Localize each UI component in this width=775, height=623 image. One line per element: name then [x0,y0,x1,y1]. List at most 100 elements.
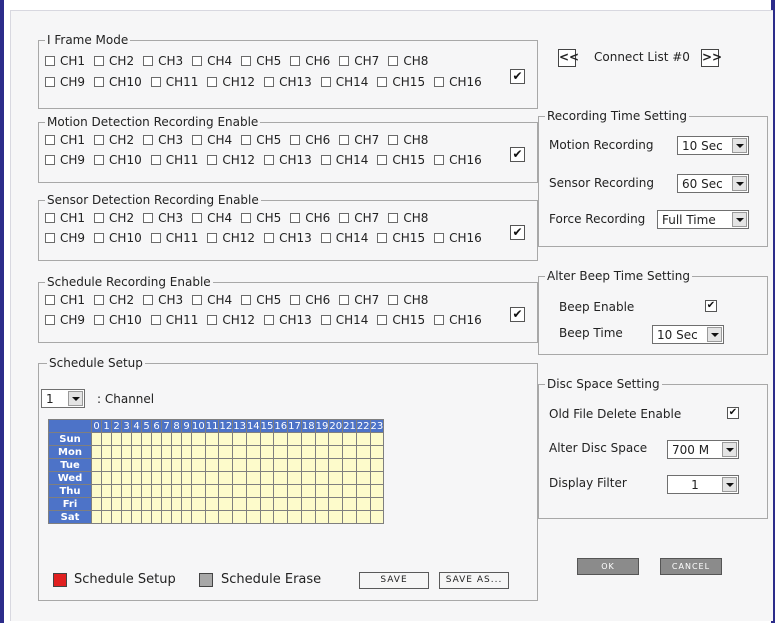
grid-cell[interactable] [273,510,289,524]
grid-cell[interactable] [141,497,152,511]
grid-day-header[interactable]: Sat [48,510,92,524]
grid-cell[interactable] [314,458,330,472]
chevron-down-icon[interactable] [732,138,747,153]
grid-cell[interactable] [314,510,330,524]
grid-cell[interactable] [273,445,289,459]
grid-cell[interactable] [355,510,371,524]
checkbox-box[interactable] [45,233,55,243]
channel-checkbox-ch2[interactable]: CH2 [94,211,134,225]
motion-recording-select[interactable]: 10 Sec [677,136,749,155]
channel-checkbox-ch14[interactable]: CH14 [320,313,368,327]
channel-checkbox-ch4[interactable]: CH4 [192,54,232,68]
channel-checkbox-ch5[interactable]: CH5 [241,211,281,225]
checkbox-box[interactable] [45,155,55,165]
checkbox-box[interactable] [207,233,218,243]
grid-cell[interactable] [181,497,192,511]
grid-cell[interactable] [300,484,316,498]
chevron-down-icon[interactable] [68,391,83,406]
grid-cell[interactable] [111,497,122,511]
checkbox-box[interactable] [94,77,105,87]
grid-cell[interactable] [191,471,206,485]
chevron-down-icon[interactable] [722,477,737,492]
channel-checkbox-ch14[interactable]: CH14 [320,75,368,89]
grid-day-header[interactable]: Sun [48,432,92,446]
grid-cell[interactable] [181,458,192,472]
grid-cell[interactable] [121,497,132,511]
grid-cell[interactable] [121,432,132,446]
sensor-all-checkbox[interactable]: ✔ [510,225,525,240]
grid-hour-header[interactable]: 22 [355,419,371,433]
grid-hour-header[interactable]: 13 [232,419,247,433]
grid-cell[interactable] [111,458,122,472]
grid-cell[interactable] [204,484,220,498]
grid-cell[interactable] [287,432,302,446]
checkbox-box[interactable] [320,77,331,87]
grid-cell[interactable] [101,432,112,446]
checkbox-box[interactable] [207,155,218,165]
grid-cell[interactable] [131,458,142,472]
grid-cell[interactable] [300,458,316,472]
checkbox-box[interactable] [434,155,445,165]
grid-cell[interactable] [218,510,234,524]
grid-cell[interactable] [259,471,275,485]
grid-hour-header[interactable]: 3 [121,419,132,433]
save-button[interactable]: SAVE [359,572,429,589]
grid-cell[interactable] [151,458,162,472]
grid-cell[interactable] [191,458,206,472]
grid-cell[interactable] [355,445,371,459]
checkbox-box[interactable] [192,213,203,223]
grid-cell[interactable] [101,497,112,511]
grid-hour-header[interactable]: 4 [131,419,142,433]
grid-cell[interactable] [342,432,357,446]
grid-cell[interactable] [141,484,152,498]
schedule-erase-mode-label[interactable]: Schedule Erase [221,572,321,587]
grid-cell[interactable] [151,432,162,446]
checkbox-box[interactable] [290,135,301,145]
checkbox-box[interactable] [339,135,350,145]
grid-cell[interactable] [191,510,206,524]
grid-day-header[interactable]: Mon [48,445,92,459]
channel-checkbox-ch8[interactable]: CH8 [388,211,428,225]
grid-cell[interactable] [369,458,385,472]
grid-cell[interactable] [328,510,344,524]
grid-cell[interactable] [328,471,344,485]
grid-cell[interactable] [342,458,357,472]
checkbox-box[interactable] [241,295,252,305]
channel-checkbox-ch5[interactable]: CH5 [241,293,281,307]
channel-checkbox-ch6[interactable]: CH6 [290,211,330,225]
channel-checkbox-ch11[interactable]: CH11 [150,75,198,89]
grid-cell[interactable] [161,484,172,498]
channel-checkbox-ch14[interactable]: CH14 [320,231,368,245]
grid-cell[interactable] [314,432,330,446]
grid-cell[interactable] [161,471,172,485]
channel-checkbox-ch7[interactable]: CH7 [339,54,379,68]
checkbox-box[interactable] [388,56,399,66]
grid-cell[interactable] [131,497,142,511]
grid-cell[interactable] [328,458,344,472]
grid-cell[interactable] [141,432,152,446]
grid-cell[interactable] [314,484,330,498]
grid-cell[interactable] [355,458,371,472]
checkbox-box[interactable] [143,135,154,145]
grid-cell[interactable] [328,432,344,446]
grid-cell[interactable] [181,471,192,485]
grid-cell[interactable] [245,510,261,524]
grid-cell[interactable] [204,510,220,524]
save-as-button[interactable]: SAVE AS... [439,572,509,589]
grid-cell[interactable] [245,445,261,459]
grid-cell[interactable] [342,471,357,485]
grid-hour-header[interactable]: 9 [181,419,192,433]
checkbox-box[interactable] [290,56,301,66]
grid-hour-header[interactable]: 8 [171,419,182,433]
ok-button[interactable]: OK [577,558,639,575]
grid-cell[interactable] [191,484,206,498]
grid-cell[interactable] [232,510,247,524]
grid-cell[interactable] [121,484,132,498]
checkbox-box[interactable] [290,295,301,305]
grid-cell[interactable] [328,445,344,459]
grid-cell[interactable] [131,432,142,446]
grid-cell[interactable] [91,484,102,498]
channel-checkbox-ch1[interactable]: CH1 [45,133,85,147]
grid-cell[interactable] [259,484,275,498]
channel-checkbox-ch13[interactable]: CH13 [264,313,312,327]
